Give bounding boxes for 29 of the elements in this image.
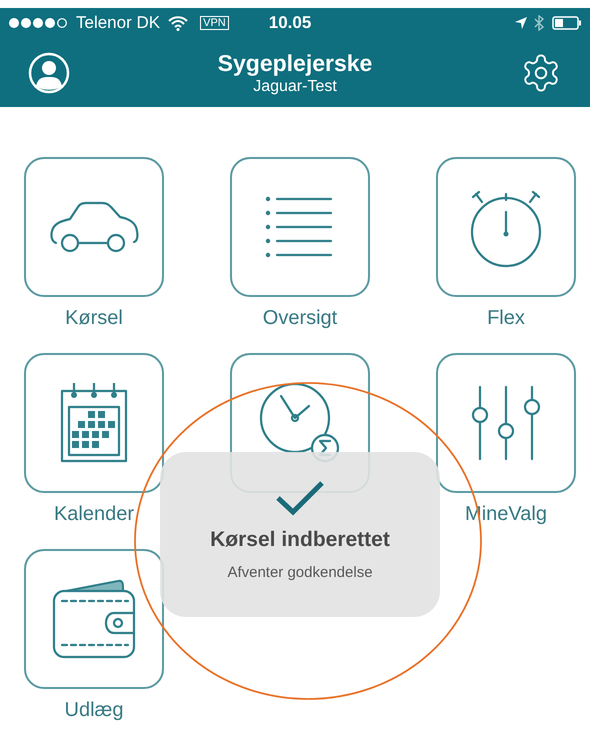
sliders-icon [470,385,542,461]
carrier-name: Telenor DK [76,12,160,34]
tile-label: Kalender [54,502,134,527]
toast-message: Afventer godkendelse [227,562,373,582]
menu-tile[interactable] [24,549,164,689]
list-icon [265,195,335,259]
profile-icon[interactable] [28,52,70,94]
tile-label: Flex [487,306,525,331]
calendar-icon [60,383,128,463]
toast-title: Kørsel indberettet [210,527,390,553]
battery-icon [552,16,582,30]
vpn-badge: VPN [200,16,229,30]
header-subtitle: Jaguar-Test [253,76,337,96]
header-title: Sygeplejerske [218,48,372,76]
bluetooth-icon [534,15,544,31]
tile-label: Kørsel [65,306,123,331]
menu-tile[interactable] [436,157,576,297]
wallet-icon [52,579,136,659]
tile-label: Oversigt [262,306,338,331]
tile-label: Udlæg [64,698,124,723]
wifi-icon [168,16,188,30]
menu-tile[interactable] [24,157,164,297]
car-icon [48,201,140,253]
menu-tile[interactable] [436,353,576,493]
checkmark-icon [275,480,325,516]
menu-tile[interactable] [24,353,164,493]
location-arrow-icon [514,16,528,30]
status-time: 10.05 [268,12,312,34]
menu-tile[interactable] [230,157,370,297]
